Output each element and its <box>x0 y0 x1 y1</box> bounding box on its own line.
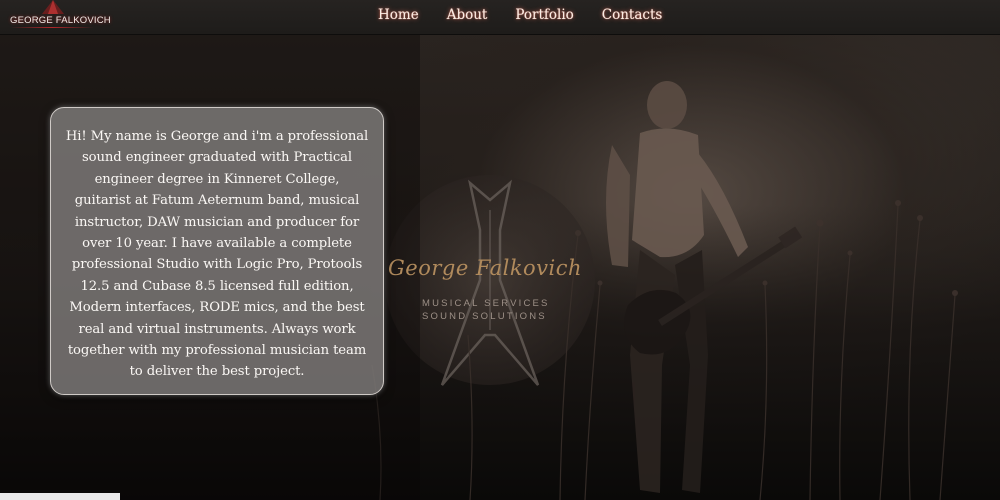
brand-logo[interactable]: GEORGE FALKOVICH <box>8 0 111 34</box>
nav-portfolio-link[interactable]: Portfolio <box>515 7 573 23</box>
nav-home-link[interactable]: Home <box>378 7 419 23</box>
logo-title: George Falkovich <box>388 256 583 280</box>
nav-about-link[interactable]: About <box>447 7 488 23</box>
main-nav: Home About Portfolio Contacts <box>378 7 662 23</box>
brand-name: GEORGE FALKOVICH <box>10 15 111 26</box>
bio-card: Hi! My name is George and i'm a professi… <box>50 107 384 395</box>
bottom-status-strip <box>0 493 120 500</box>
brand-underline <box>10 27 94 28</box>
logo-subtitle-solutions: SOUND SOLUTIONS <box>422 311 547 322</box>
logo-subtitle-services: MUSICAL SERVICES <box>422 298 550 309</box>
nav-contacts-link[interactable]: Contacts <box>602 7 663 23</box>
stage-light-icon <box>42 0 64 14</box>
top-navigation-bar: GEORGE FALKOVICH Home About Portfolio Co… <box>0 0 1000 35</box>
bio-text: Hi! My name is George and i'm a professi… <box>65 129 369 380</box>
